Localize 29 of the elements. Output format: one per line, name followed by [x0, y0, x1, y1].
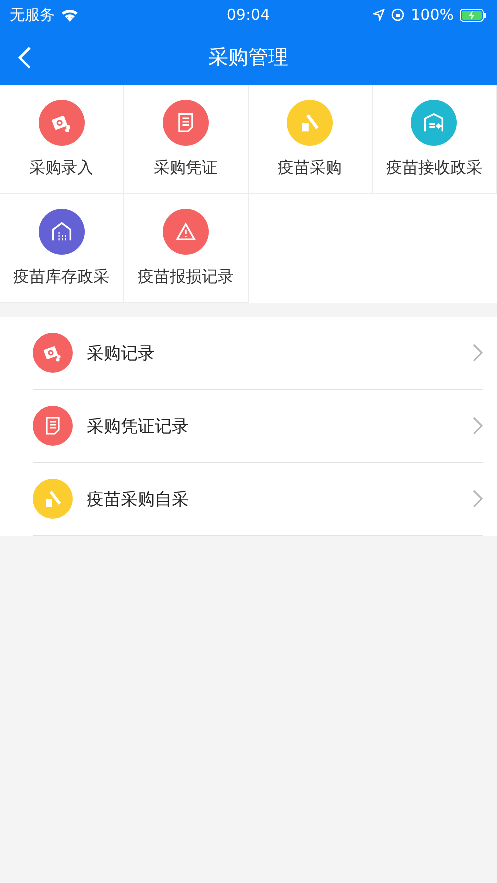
- battery-charging-icon: [460, 8, 488, 22]
- tile-label: 疫苗采购: [278, 158, 342, 178]
- chevron-right-icon: [473, 344, 483, 362]
- item-label: 采购凭证记录: [87, 416, 190, 438]
- item-label: 疫苗采购自采: [87, 488, 190, 510]
- tile-label: 疫苗接收政采: [386, 158, 482, 178]
- wifi-icon: [61, 8, 79, 22]
- list-item[interactable]: 采购记录: [33, 317, 483, 390]
- carrier-text: 无服务: [10, 6, 55, 24]
- grid-tile[interactable]: 疫苗报损记录: [124, 194, 248, 303]
- rotation-lock-icon: [391, 8, 406, 22]
- tile-label: 疫苗库存政采: [14, 266, 110, 288]
- list-item[interactable]: 疫苗采购自采: [33, 463, 483, 536]
- location-icon: [373, 9, 386, 21]
- chevron-right-icon: [473, 490, 483, 508]
- grid-tile[interactable]: 疫苗库存政采: [0, 194, 124, 303]
- list-item[interactable]: 采购凭证记录: [33, 390, 483, 463]
- grid-tile[interactable]: 采购录入: [0, 85, 124, 194]
- tile-label: 采购凭证: [154, 158, 218, 178]
- page-title: 采购管理: [208, 44, 288, 71]
- grid-tile[interactable]: 疫苗接收政采: [372, 85, 497, 194]
- tile-label: 疫苗报损记录: [138, 266, 234, 288]
- clock-text: 09:04: [226, 6, 270, 24]
- item-label: 采购记录: [87, 342, 156, 364]
- grid-tile[interactable]: 采购凭证: [124, 85, 248, 194]
- chevron-right-icon: [473, 417, 483, 435]
- battery-text: 100%: [411, 6, 454, 24]
- grid-tile[interactable]: 疫苗采购: [248, 85, 373, 194]
- tile-label: 采购录入: [30, 158, 94, 178]
